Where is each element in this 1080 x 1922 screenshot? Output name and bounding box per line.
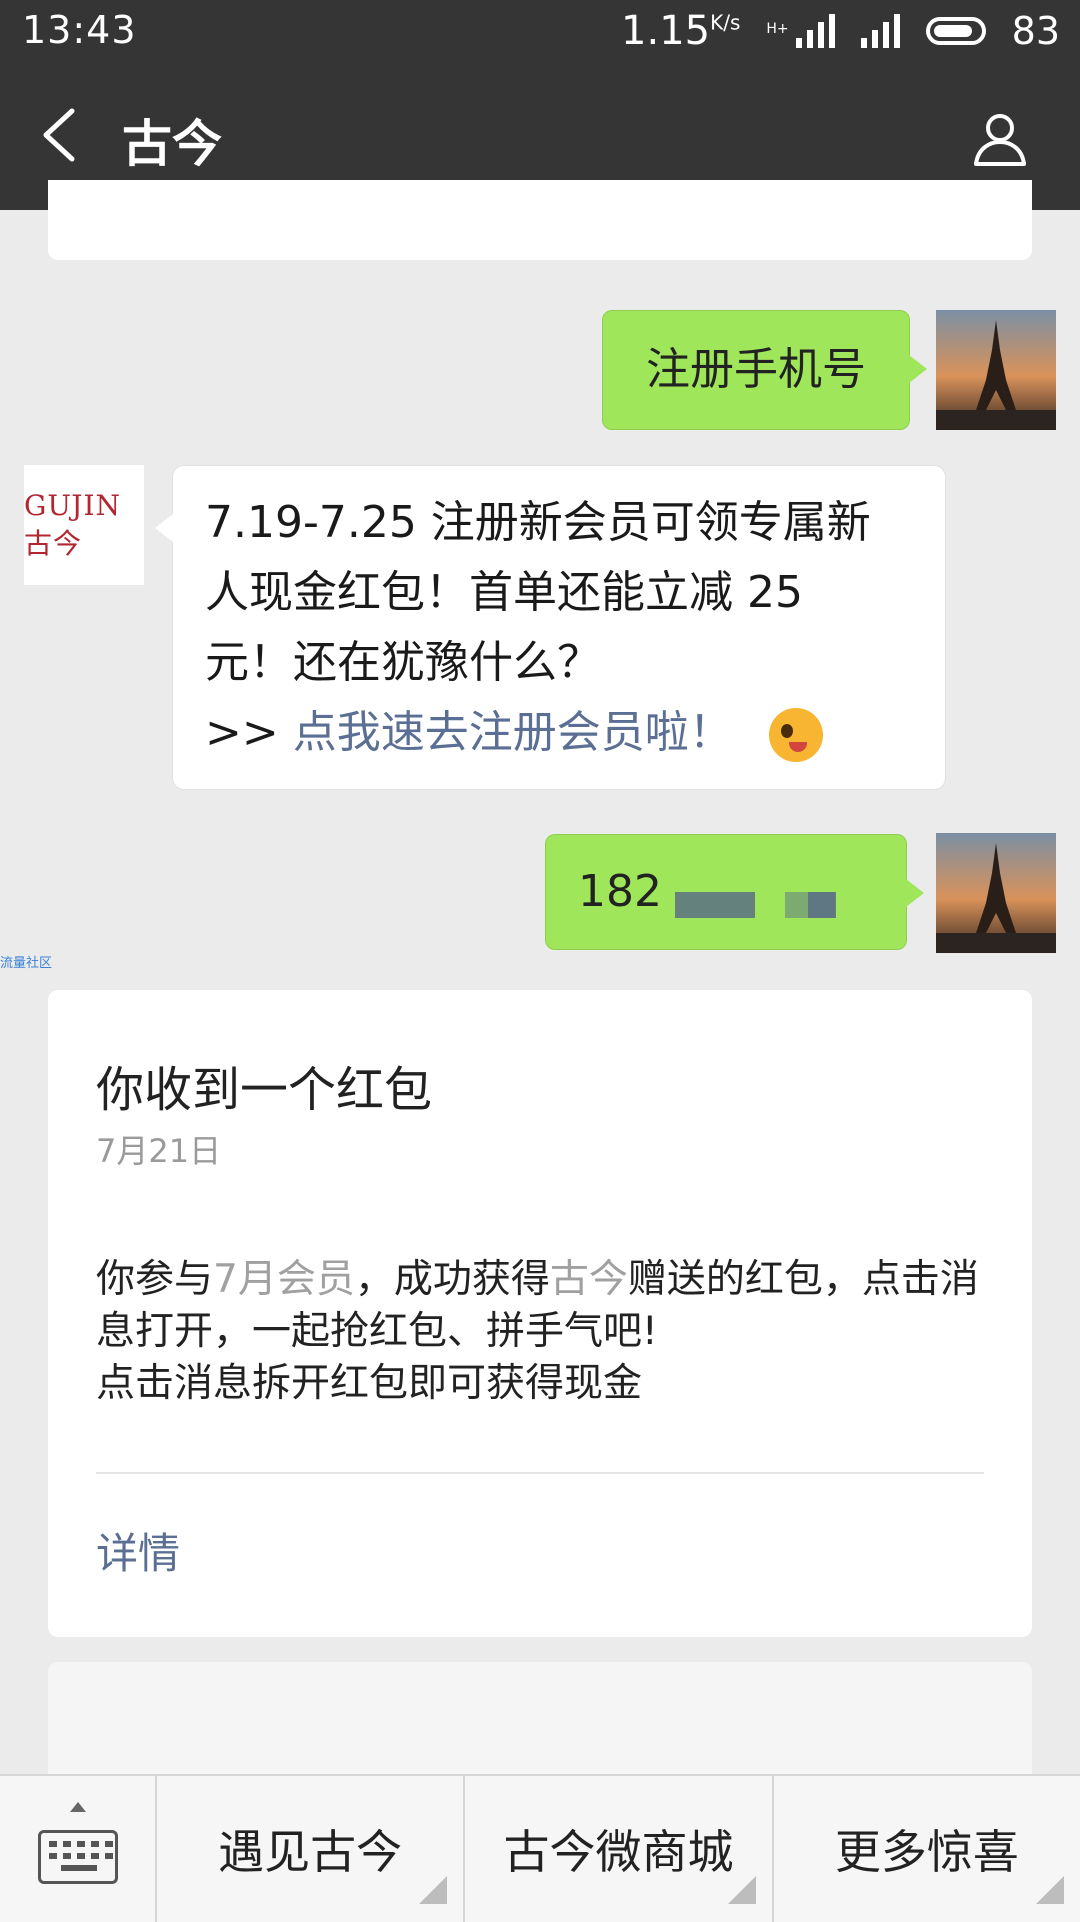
status-indicators: 1.15K/s H+ 83 [621, 8, 1060, 54]
message-line: >> 点我速去注册会员啦！ [205, 698, 915, 768]
user-avatar[interactable] [936, 833, 1056, 953]
card-divider [96, 1472, 984, 1474]
user-avatar[interactable] [936, 310, 1056, 430]
menu-item-meet[interactable]: 遇见古今 [157, 1776, 466, 1922]
link-prefix: >> [205, 707, 293, 758]
watermark-text: 流量社区 [0, 956, 53, 971]
card-title: 你收到一个红包 [96, 1062, 433, 1118]
message-line: 人现金红包！首单还能立减 25 [205, 567, 803, 618]
wink-emoji-icon [768, 708, 823, 762]
next-card-top [48, 1662, 1032, 1782]
previous-card-bottom [48, 180, 1032, 260]
network-speed: 1.15K/s [621, 8, 741, 54]
sent-message-bubble[interactable]: 注册手机号 [602, 310, 927, 430]
caret-up-icon [70, 1802, 86, 1812]
card-detail-link[interactable]: 详情 [96, 1520, 180, 1581]
red-packet-card[interactable]: 你收到一个红包 7月21日 你参与7月会员，成功获得古今赠送的红包，点击消息打开… [48, 990, 1032, 1637]
top-bar: 13:43 1.15K/s H+ 83 古今 [0, 0, 1080, 210]
signal-icon [860, 14, 900, 48]
redaction-block [675, 892, 755, 918]
eiffel-tower-avatar-image [936, 310, 1056, 430]
received-message-bubble[interactable]: 7.19-7.25 注册新会员可领专属新 人现金红包！首单还能立减 25 元！还… [155, 465, 946, 790]
phone-number-visible-part: 182 [578, 866, 662, 917]
chat-title: 古今 [122, 115, 222, 173]
register-link[interactable]: 点我速去注册会员啦！ [293, 707, 733, 758]
card-body: 你参与7月会员，成功获得古今赠送的红包，点击消息打开，一起抢红包、拼手气吧! 点… [96, 1257, 979, 1406]
menu-item-mall[interactable]: 古今微商城 [465, 1776, 774, 1922]
brand-avatar[interactable]: GUJIN古今 [24, 465, 144, 585]
message-line: 元！还在犹豫什么？ [205, 637, 601, 688]
keyboard-icon [38, 1830, 118, 1884]
battery-icon [925, 17, 986, 45]
back-arrow-icon[interactable] [36, 105, 78, 165]
profile-icon[interactable] [970, 108, 1030, 168]
brand-logo: GUJIN古今 [24, 488, 121, 560]
status-time: 13:43 [22, 8, 137, 52]
bottom-menu-bar: 遇见古今 古今微商城 更多惊喜 [0, 1774, 1080, 1922]
redaction-block [808, 892, 836, 918]
menu-item-surprise[interactable]: 更多惊喜 [774, 1776, 1080, 1922]
eiffel-tower-avatar-image [936, 833, 1056, 953]
battery-level: 83 [1011, 9, 1060, 53]
keyboard-toggle-button[interactable] [0, 1776, 157, 1922]
card-date: 7月21日 [96, 1132, 222, 1170]
mobile-signal-icon: H+ [766, 14, 835, 48]
message-line: 7.19-7.25 注册新会员可领专属新 [205, 497, 871, 548]
